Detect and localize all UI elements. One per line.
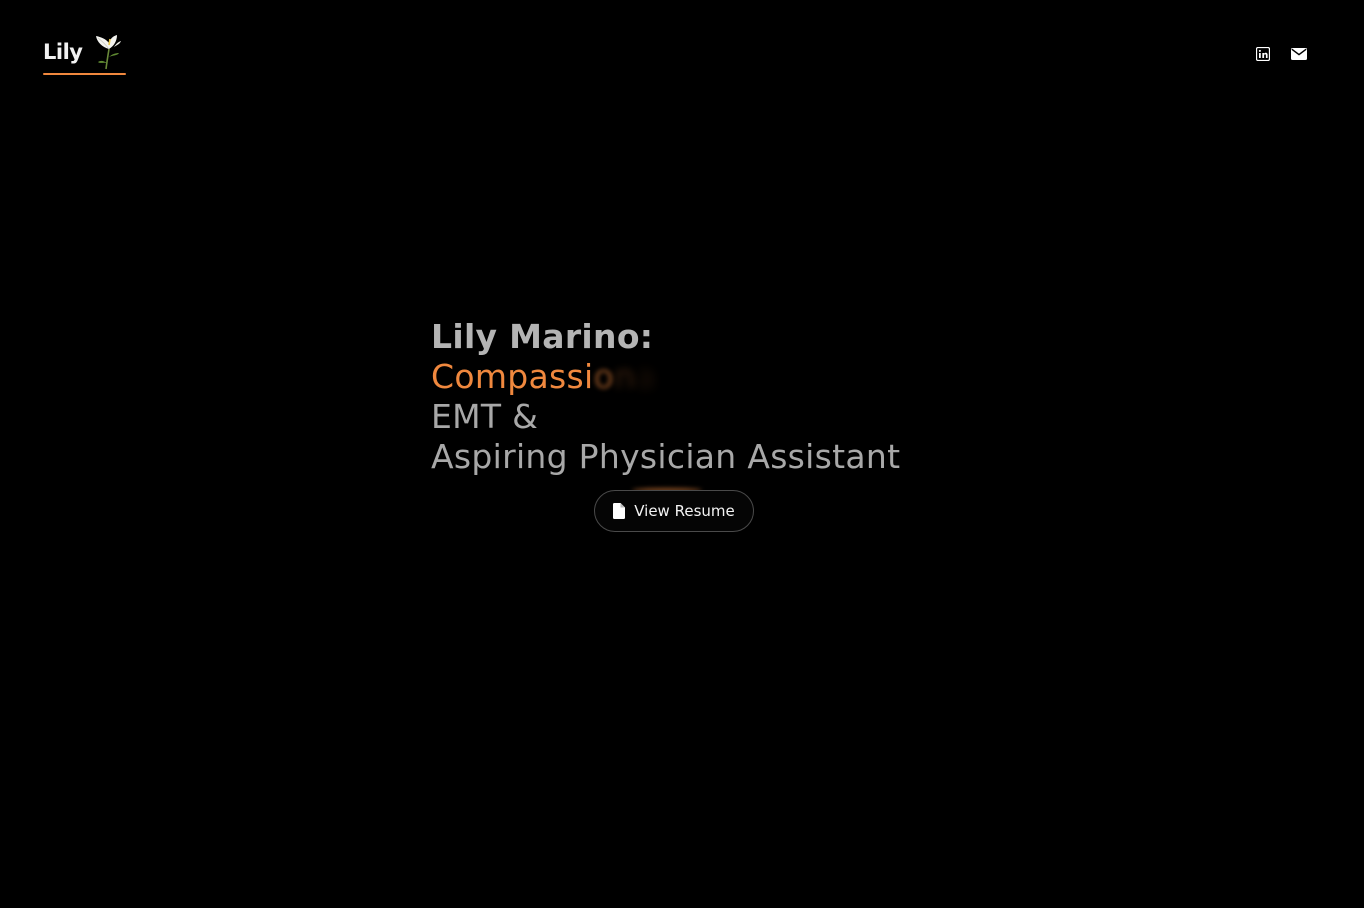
page: Lily Lily Marino: Compassiona EMT & Aspi… [0,0,1364,910]
logo-text: Lily [43,40,83,64]
linkedin-link[interactable] [1254,45,1272,63]
view-resume-button[interactable]: View Resume [594,490,754,532]
trait-fading-char: a [635,357,656,396]
trait-typed-text: Compassi [431,357,594,396]
hero-role-pa: Aspiring Physician Assistant [431,437,901,476]
linkedin-icon [1256,47,1270,61]
hero-heading: Lily Marino: Compassiona EMT & Aspiring … [431,317,951,477]
view-resume-label: View Resume [634,502,735,520]
logo-underline [43,73,126,75]
hero-name: Lily Marino: [431,317,654,356]
hero-role-emt: EMT & [431,397,539,436]
trait-fading-char: o [593,357,615,396]
file-icon [613,503,626,519]
calla-lily-icon [96,35,121,70]
mail-icon [1291,48,1307,60]
hero-trait-typing: Compassiona [431,357,951,397]
trait-fading-char: n [614,357,636,396]
logo-link[interactable]: Lily [43,33,126,76]
email-link[interactable] [1290,45,1308,63]
